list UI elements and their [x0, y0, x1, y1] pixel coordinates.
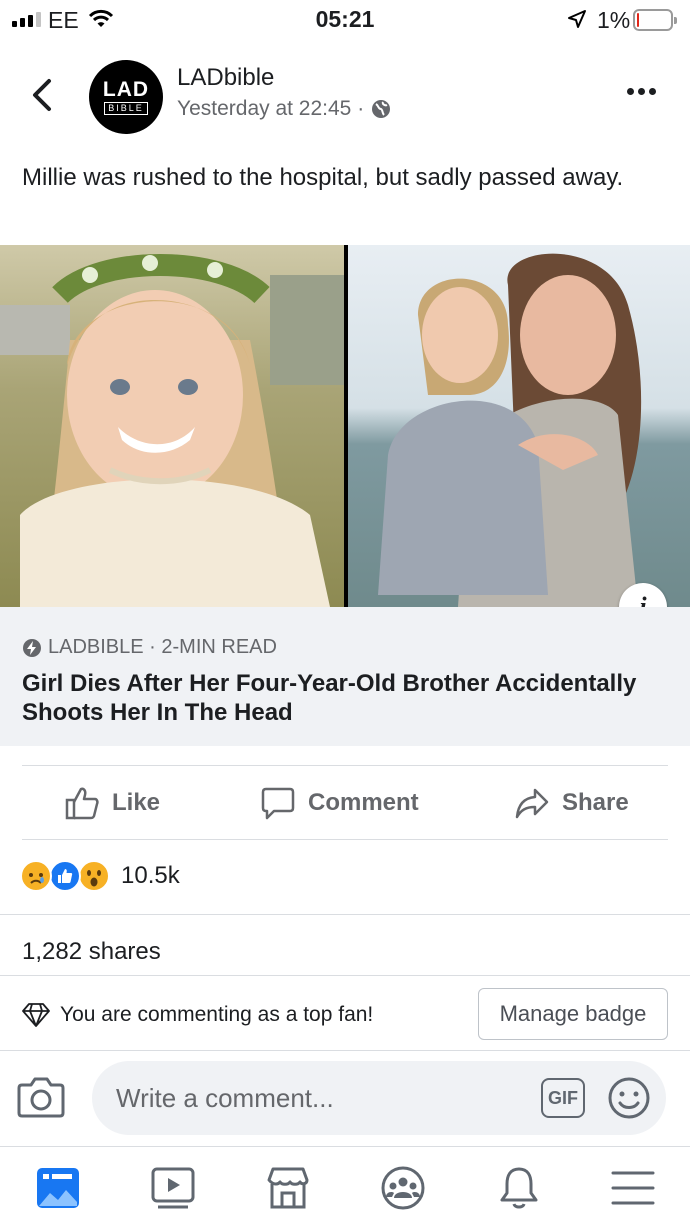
reaction-count: 10.5k [121, 862, 180, 889]
post-actions: Like Comment Share [0, 766, 690, 839]
sad-reaction-icon [20, 860, 52, 892]
top-fan-notice: You are commenting as a top fan! [22, 1002, 373, 1028]
like-label: Like [112, 788, 161, 816]
battery-level-fill [637, 13, 639, 27]
divider [0, 975, 690, 976]
photo-mother-and-daughter [348, 245, 690, 607]
menu-icon[interactable] [608, 1163, 658, 1213]
share-label: Share [562, 788, 629, 816]
share-count[interactable]: 1,282 shares [22, 938, 161, 966]
back-chevron-icon[interactable] [30, 78, 54, 112]
instant-article-bolt-icon [23, 638, 41, 657]
marketplace-icon[interactable] [263, 1163, 313, 1213]
news-feed-icon[interactable] [33, 1163, 83, 1213]
groups-icon[interactable] [378, 1163, 428, 1213]
logo-text-bottom: BIBLE [104, 101, 148, 115]
thumbs-up-icon [65, 787, 99, 819]
comment-placeholder: Write a comment... [116, 1083, 334, 1113]
battery-percent: 1% [597, 7, 631, 33]
post-meta: Yesterday at 22:45 · [177, 97, 392, 121]
link-preview[interactable]: LADBIBLE · 2-MIN READ Girl Dies After He… [0, 607, 690, 746]
notifications-icon[interactable] [494, 1163, 544, 1213]
reaction-summary[interactable]: 10.5k [20, 860, 180, 892]
page-name[interactable]: LADbible [177, 64, 274, 92]
comment-bubble-icon [261, 787, 295, 819]
like-reaction-icon [49, 860, 81, 892]
wow-reaction-icon [78, 860, 110, 892]
location-arrow-icon [568, 10, 586, 28]
camera-icon[interactable] [17, 1075, 65, 1119]
globe-icon [372, 100, 391, 118]
battery-icon [633, 9, 677, 31]
bottom-tab-bar [0, 1146, 690, 1227]
status-bar: EE 05:21 1% [0, 0, 690, 40]
like-button[interactable]: Like [64, 766, 160, 839]
comment-label: Comment [308, 788, 419, 816]
link-title[interactable]: Girl Dies After Her Four-Year-Old Brothe… [22, 669, 662, 727]
photo-girl-flower-crown [0, 245, 344, 607]
manage-badge-button[interactable]: Manage badge [478, 988, 668, 1040]
diamond-badge-icon [22, 1003, 50, 1027]
emoji-icon[interactable] [606, 1075, 652, 1121]
post-caption: Millie was rushed to the hospital, but s… [22, 164, 624, 191]
divider [22, 839, 668, 840]
top-fan-text: You are commenting as a top fan! [60, 1003, 374, 1026]
divider [0, 914, 690, 915]
comment-input[interactable]: Write a comment... GIF [92, 1061, 666, 1135]
post-timestamp[interactable]: Yesterday at 22:45 · [177, 97, 364, 121]
link-source-text: LADBIBLE · 2-MIN READ [48, 636, 277, 658]
link-source: LADBIBLE · 2-MIN READ [22, 636, 277, 659]
divider [0, 1050, 690, 1051]
share-button[interactable]: Share [514, 766, 629, 839]
more-options-button[interactable] [627, 88, 656, 95]
watch-icon[interactable] [148, 1163, 198, 1213]
page-avatar-logo[interactable]: LAD BIBLE [89, 60, 163, 134]
post-image[interactable] [0, 245, 690, 607]
logo-text-top: LAD [102, 77, 150, 101]
gif-button[interactable]: GIF [541, 1078, 585, 1118]
comment-button[interactable]: Comment [260, 766, 419, 839]
share-arrow-icon [515, 788, 549, 818]
